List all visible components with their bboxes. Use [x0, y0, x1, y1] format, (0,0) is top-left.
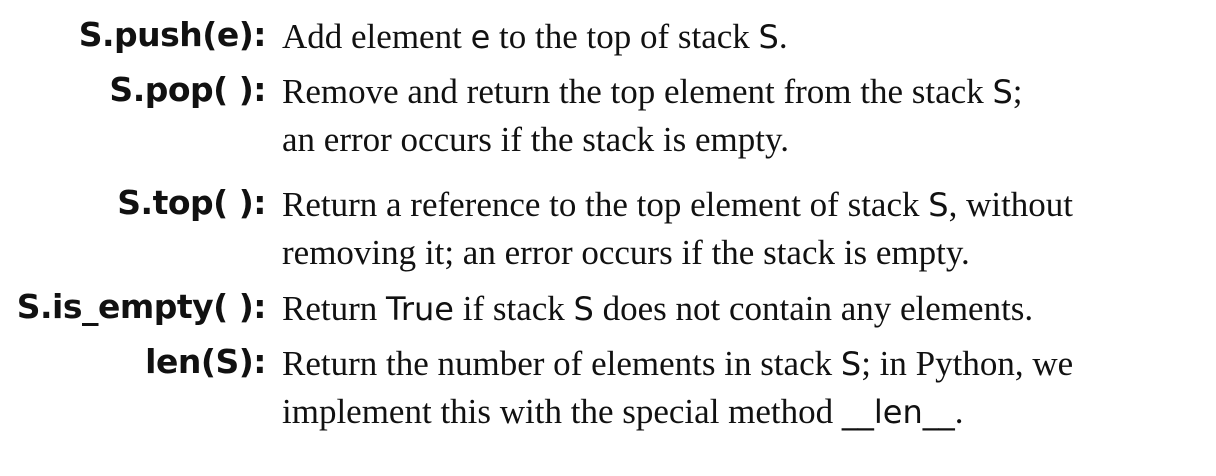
- description-line: removing it; an error occurs if the stac…: [282, 233, 970, 272]
- description-pop: Remove and return the top element from t…: [282, 65, 1192, 163]
- description-line: Remove and return the top element from t…: [282, 72, 1023, 111]
- term-len: len(S):: [145, 342, 266, 381]
- description-top: Return a reference to the top element of…: [282, 178, 1192, 276]
- description-line: implement this with the special method _…: [282, 392, 964, 431]
- description-push: Add element e to the top of stack S.: [282, 10, 1192, 61]
- term-pop: S.pop( ):: [109, 70, 266, 109]
- term-is-empty: S.is_empty( ):: [16, 287, 267, 326]
- entry-is-empty: S.is_empty( ): Return True if stack S do…: [0, 282, 1216, 333]
- entry-len: len(S): Return the number of elements in…: [0, 337, 1216, 436]
- entry-pop: S.pop( ): Remove and return the top elem…: [0, 65, 1216, 163]
- description-line: an error occurs if the stack is empty.: [282, 120, 789, 159]
- description-line: Return True if stack S does not contain …: [282, 289, 1034, 328]
- description-line: Return a reference to the top element of…: [282, 185, 1074, 224]
- description-line: Add element e to the top of stack S.: [282, 17, 788, 56]
- stack-methods-definition-list: S.push(e): Add element e to the top of s…: [0, 6, 1216, 436]
- description-line: Return the number of elements in stack S…: [282, 344, 1074, 383]
- description-is-empty: Return True if stack S does not contain …: [282, 282, 1192, 333]
- term-push: S.push(e):: [78, 15, 267, 54]
- description-len: Return the number of elements in stack S…: [282, 337, 1192, 436]
- term-top: S.top( ):: [117, 183, 266, 222]
- entry-top: S.top( ): Return a reference to the top …: [0, 178, 1216, 276]
- entry-push: S.push(e): Add element e to the top of s…: [0, 10, 1216, 61]
